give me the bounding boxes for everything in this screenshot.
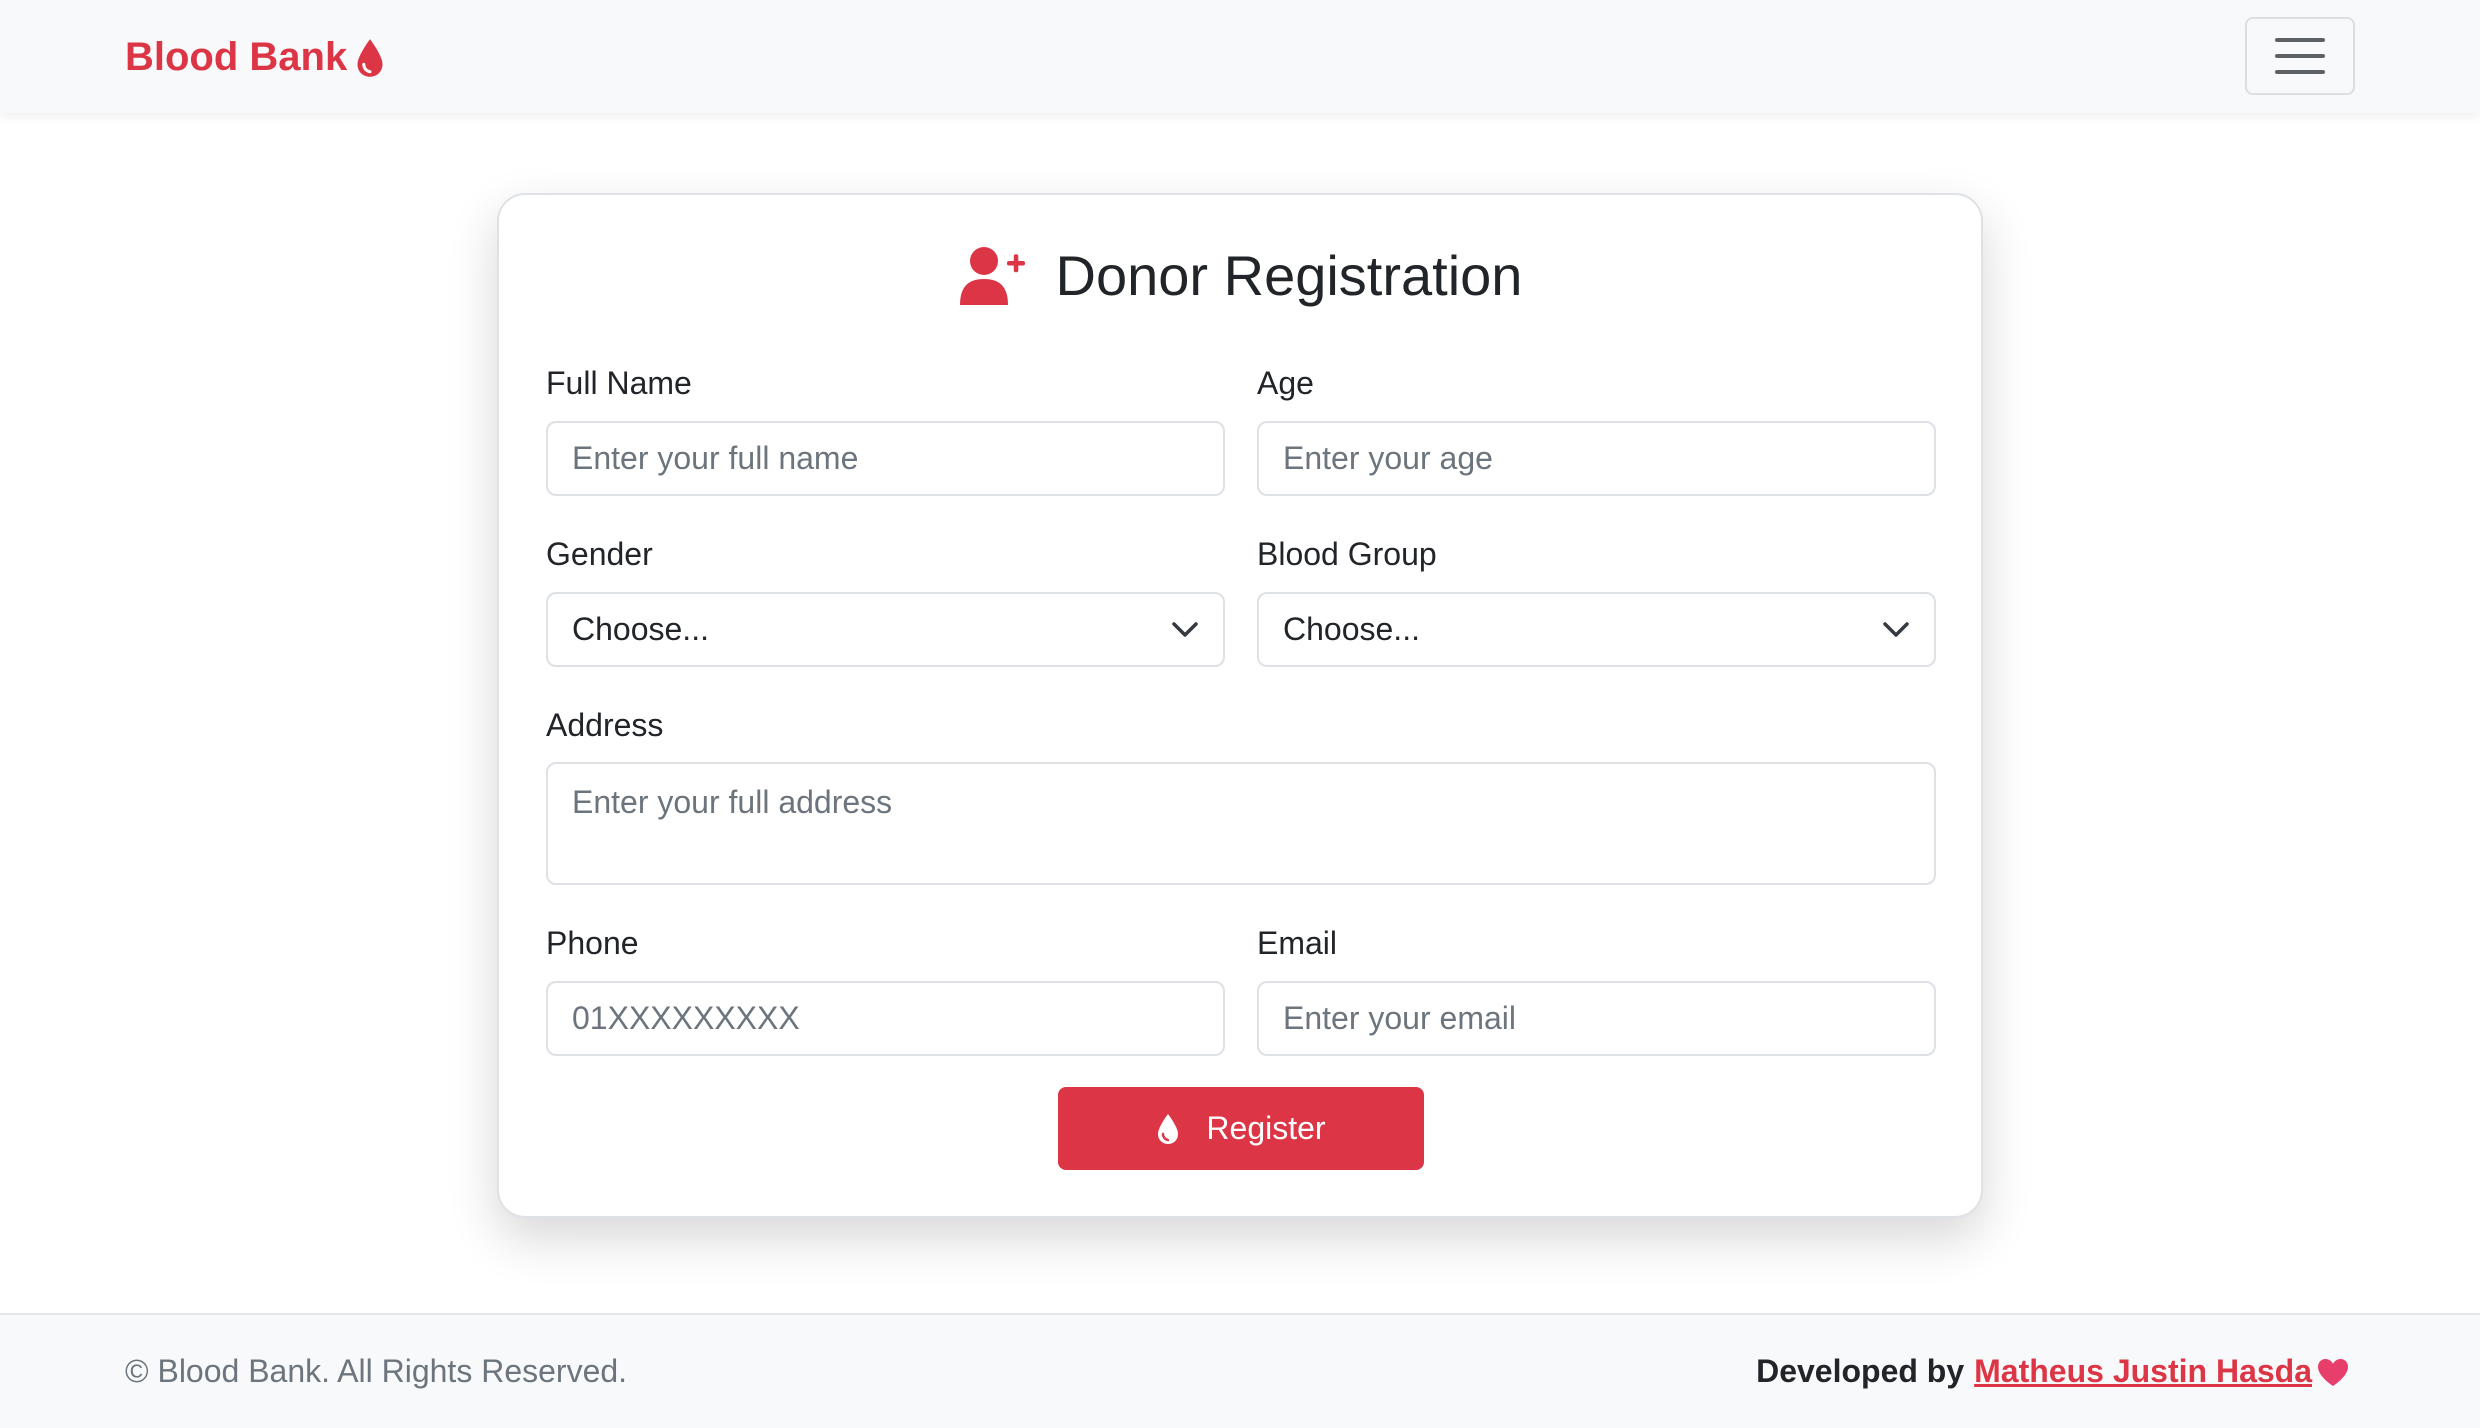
address-textarea[interactable] (546, 762, 1936, 885)
card-header: Donor Registration (499, 235, 1981, 315)
email-input[interactable] (1257, 981, 1936, 1056)
register-button-label: Register (1206, 1110, 1326, 1146)
heart-icon (2318, 1358, 2348, 1386)
phone-input[interactable] (546, 981, 1225, 1056)
full-name-input[interactable] (546, 421, 1225, 496)
address-label: Address (546, 707, 664, 743)
navbar-toggler-button[interactable] (2245, 17, 2355, 95)
blood-group-selected-value: Choose... (1283, 611, 1420, 647)
brand-name: Blood Bank (125, 35, 348, 79)
developed-by-label: Developed by (1756, 1353, 1965, 1389)
age-input[interactable] (1257, 421, 1936, 496)
developer-credits: Developed by Matheus Justin Hasda (1756, 1353, 2350, 1390)
gender-select[interactable]: Choose... (546, 592, 1225, 667)
user-plus-icon (959, 247, 1025, 305)
brand-link[interactable]: Blood Bank (125, 30, 385, 85)
page-title: Donor Registration (1055, 243, 1523, 307)
navbar: Blood Bank (0, 0, 2480, 113)
phone-label: Phone (546, 925, 639, 961)
register-button[interactable]: Register (1058, 1087, 1424, 1170)
registration-card: Donor Registration Full Name Age Gender … (497, 193, 1983, 1218)
full-name-label: Full Name (546, 365, 692, 401)
email-label: Email (1257, 925, 1338, 961)
copyright-text: © Blood Bank. All Rights Reserved. (125, 1353, 628, 1389)
gender-selected-value: Choose... (572, 611, 709, 647)
blood-group-select[interactable]: Choose... (1257, 592, 1936, 667)
chevron-down-icon (1172, 621, 1198, 637)
age-label: Age (1257, 365, 1314, 401)
droplet-icon (357, 38, 383, 77)
hamburger-menu-icon (2275, 38, 2325, 74)
author-link[interactable]: Matheus Justin Hasda (1974, 1353, 2312, 1390)
droplet-icon (1158, 1113, 1179, 1144)
blood-group-label: Blood Group (1257, 536, 1437, 572)
chevron-down-icon (1883, 621, 1909, 637)
footer: © Blood Bank. All Rights Reserved. Devel… (0, 1313, 2480, 1428)
gender-label: Gender (546, 536, 653, 572)
